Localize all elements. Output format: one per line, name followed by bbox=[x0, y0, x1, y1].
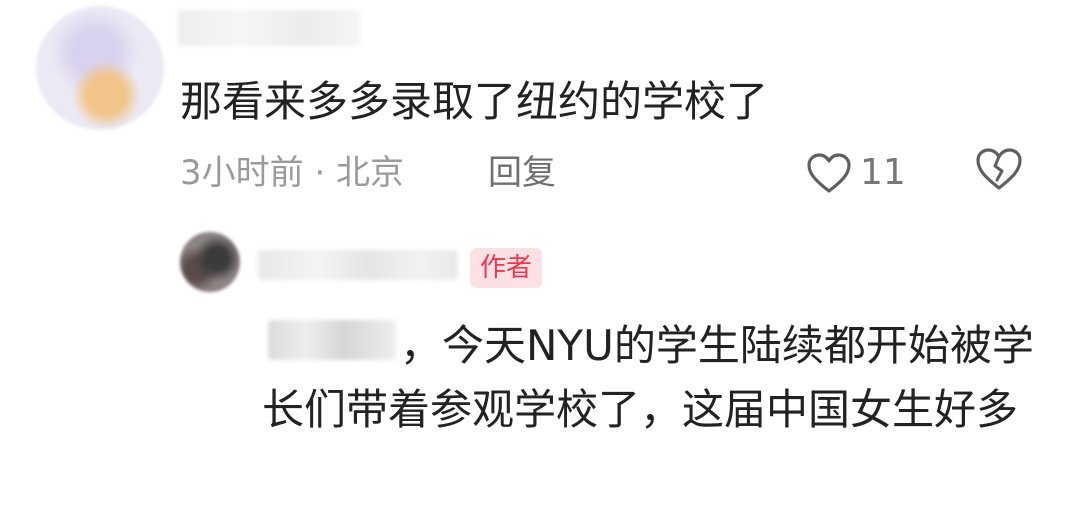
heart-outline-icon bbox=[806, 152, 852, 194]
dislike-button[interactable] bbox=[974, 146, 1026, 198]
reply-author-name-blurred[interactable] bbox=[258, 250, 458, 280]
commenter-avatar[interactable] bbox=[36, 6, 164, 130]
mention-placeholder bbox=[262, 350, 400, 360]
reply-text: ，今天NYU的学生陆续都开始被学长们带着参观学校了，这届中国女生好多 bbox=[262, 321, 1034, 434]
comment-time-location: 3小时前 · 北京 bbox=[180, 153, 405, 193]
reply-text-block: ，今天NYU的学生陆续都开始被学长们带着参观学校了，这届中国女生好多 bbox=[262, 314, 1042, 442]
broken-heart-icon bbox=[974, 146, 1026, 192]
like-button[interactable]: 11 bbox=[806, 146, 906, 200]
commenter-name-blurred[interactable] bbox=[178, 10, 360, 46]
reply-author-avatar[interactable] bbox=[180, 232, 240, 292]
author-badge: 作者 bbox=[470, 248, 543, 288]
reply-button[interactable]: 回复 bbox=[488, 150, 556, 196]
comment-text: 那看来多多录取了纽约的学校了 bbox=[180, 77, 769, 126]
like-count: 11 bbox=[860, 152, 906, 193]
